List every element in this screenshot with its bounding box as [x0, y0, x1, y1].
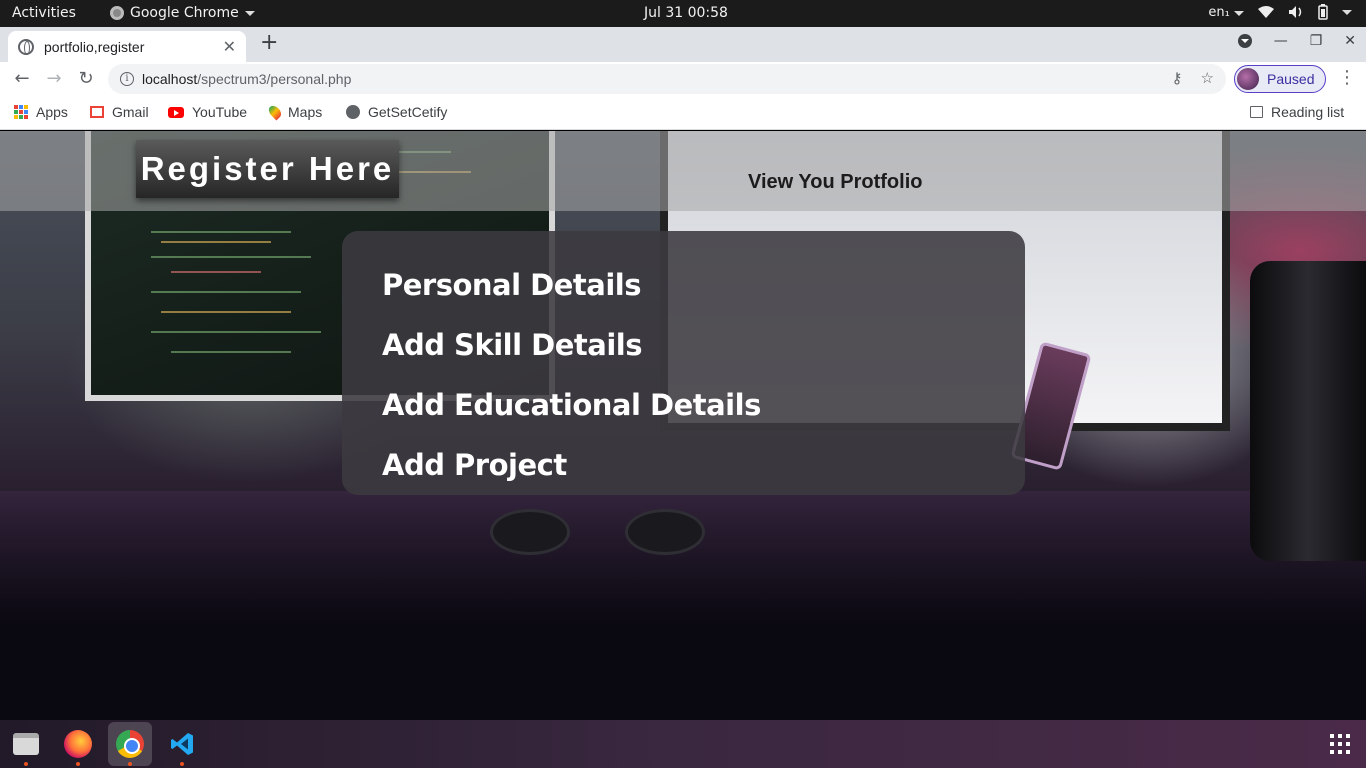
dock-files[interactable]	[4, 722, 48, 766]
bookmark-youtube[interactable]: YouTube	[168, 104, 247, 120]
maps-pin-icon	[266, 103, 284, 121]
restore-icon[interactable]: ❐	[1310, 33, 1323, 49]
chevron-down-icon	[1234, 10, 1244, 16]
register-menu: Personal Details Add Skill Details Add E…	[342, 231, 1025, 495]
youtube-icon	[168, 106, 184, 118]
globe-icon	[346, 105, 360, 119]
url-host: localhost	[142, 71, 198, 87]
browser-toolbar: ← → ↻ i localhost/spectrum3/personal.php…	[0, 62, 1366, 96]
input-language[interactable]: en₁	[1208, 5, 1244, 20]
bookmark-star-icon[interactable]: ☆	[1201, 69, 1214, 87]
chevron-down-icon	[1342, 9, 1352, 15]
more-menu-icon[interactable]: ⋮	[1338, 68, 1356, 88]
activities-button[interactable]: Activities	[12, 5, 76, 21]
reading-list-button[interactable]: Reading list	[1250, 104, 1344, 120]
chrome-mini-icon	[110, 6, 124, 20]
menu-item-add-project[interactable]: Add Project	[382, 435, 985, 495]
system-tray[interactable]: en₁	[1208, 4, 1352, 20]
globe-icon	[18, 38, 34, 55]
chevron-down-icon	[244, 10, 255, 16]
minimize-icon[interactable]: —	[1274, 33, 1288, 49]
chrome-icon	[116, 730, 144, 758]
new-tab-button[interactable]: +	[260, 31, 278, 55]
files-icon	[13, 733, 39, 755]
site-info-icon[interactable]: i	[120, 72, 134, 86]
bookmarks-bar: Apps Gmail YouTube Maps GetSetCetify Rea…	[0, 96, 1366, 130]
dock-vscode[interactable]	[160, 722, 204, 766]
clock[interactable]: Jul 31 00:58	[644, 5, 728, 21]
volume-icon	[1289, 6, 1302, 18]
site-navbar: Register Here View You Protfolio	[0, 131, 1366, 211]
bookmark-gmail[interactable]: Gmail	[90, 104, 149, 120]
tab-search-icon[interactable]	[1237, 34, 1252, 48]
taskbar-dock	[0, 720, 1366, 768]
forward-icon[interactable]: →	[42, 67, 66, 91]
avatar	[1237, 68, 1259, 90]
view-portfolio-link[interactable]: View You Protfolio	[748, 171, 922, 194]
page-viewport: Register Here View You Protfolio Persona…	[0, 131, 1366, 720]
back-icon[interactable]: ←	[10, 67, 34, 91]
close-window-icon[interactable]: ✕	[1344, 33, 1356, 49]
battery-icon	[1318, 4, 1328, 20]
app-menu[interactable]: Google Chrome	[110, 5, 255, 21]
dock-chrome[interactable]	[108, 722, 152, 766]
url-path: /spectrum3/personal.php	[197, 71, 352, 87]
address-bar[interactable]: i localhost/spectrum3/personal.php ⚷ ☆	[108, 64, 1226, 94]
close-icon[interactable]: ✕	[223, 37, 236, 57]
menu-item-educational-details[interactable]: Add Educational Details	[382, 375, 985, 435]
bookmark-maps[interactable]: Maps	[266, 103, 322, 121]
dock-firefox[interactable]	[56, 722, 100, 766]
browser-tab[interactable]: portfolio,register ✕	[8, 31, 246, 62]
apps-grid-icon	[14, 105, 28, 119]
menu-item-skill-details[interactable]: Add Skill Details	[382, 315, 985, 375]
menu-item-personal-details[interactable]: Personal Details	[382, 255, 985, 315]
background-speaker	[1250, 261, 1366, 561]
vscode-icon	[171, 733, 193, 755]
reading-list-icon	[1250, 106, 1263, 118]
system-top-bar: Activities Google Chrome Jul 31 00:58 en…	[0, 0, 1366, 27]
key-icon[interactable]: ⚷	[1172, 69, 1183, 87]
show-applications-icon[interactable]	[1330, 734, 1350, 754]
app-menu-label: Google Chrome	[130, 5, 239, 21]
brand-logo[interactable]: Register Here	[136, 140, 399, 198]
wifi-icon	[1258, 6, 1274, 18]
profile-status: Paused	[1267, 71, 1315, 87]
profile-button[interactable]: Paused	[1234, 65, 1326, 93]
gmail-icon	[90, 105, 104, 118]
bookmark-getsetcetify[interactable]: GetSetCetify	[346, 104, 447, 120]
tab-title: portfolio,register	[44, 38, 145, 55]
firefox-icon	[64, 730, 92, 758]
tab-strip: portfolio,register ✕	[0, 27, 1366, 62]
window-controls: — ❐ ✕	[1237, 33, 1356, 49]
reload-icon[interactable]: ↻	[74, 67, 98, 91]
bookmark-apps[interactable]: Apps	[14, 104, 68, 120]
